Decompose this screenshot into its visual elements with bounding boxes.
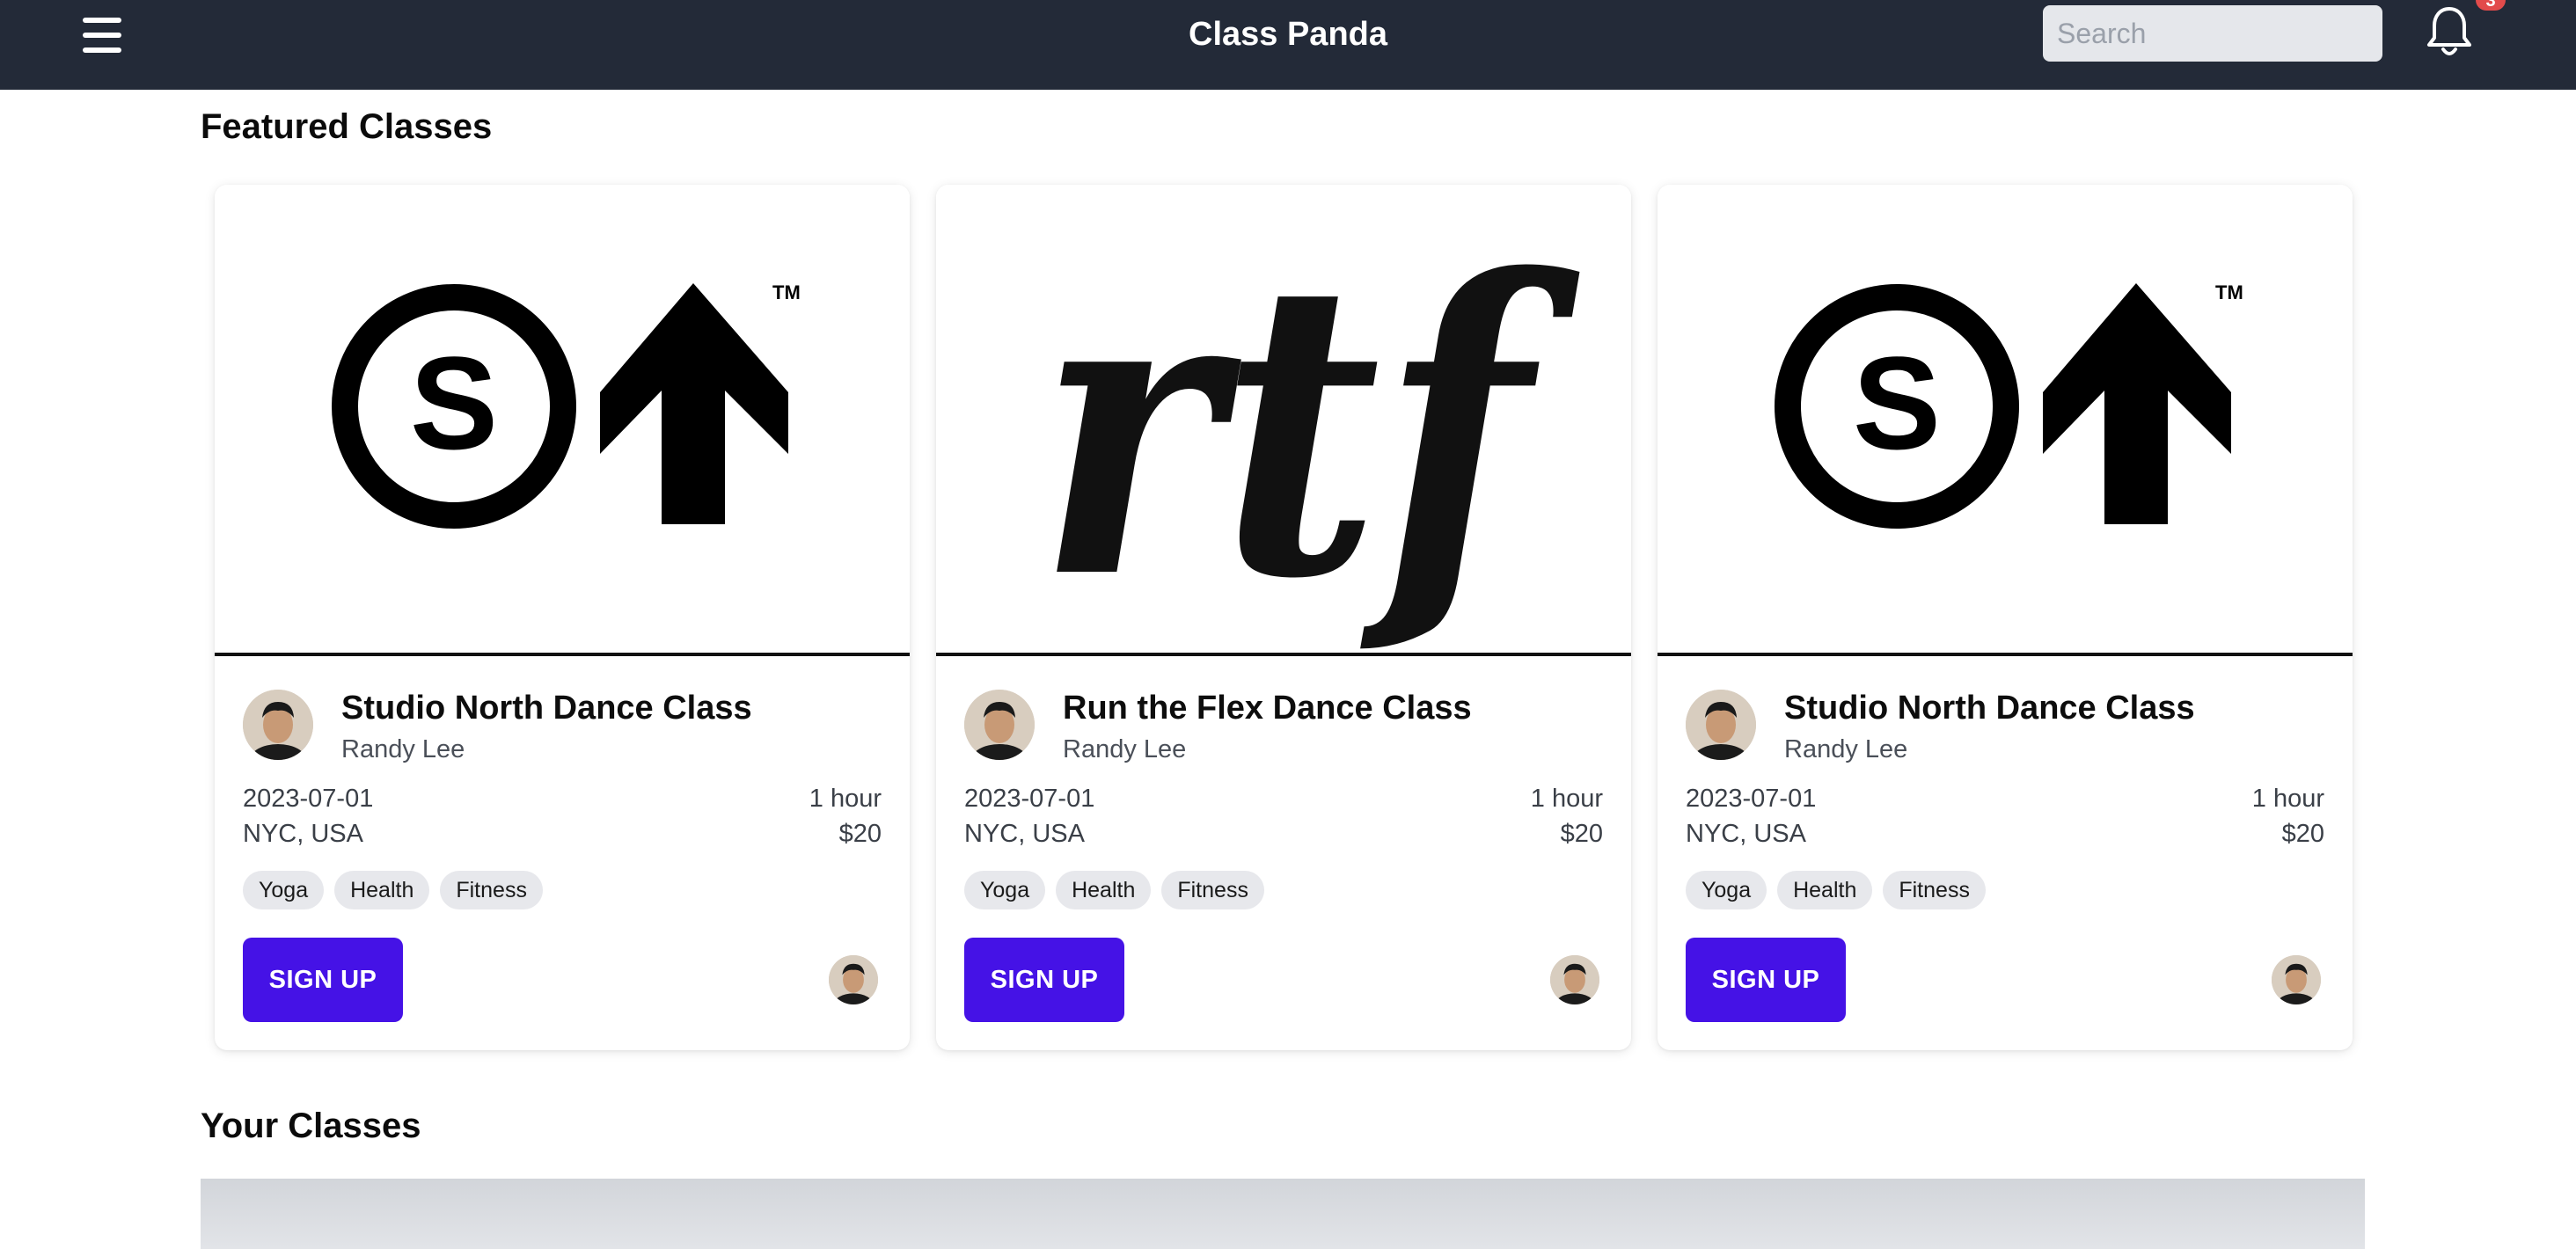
instructor-avatar [1686, 690, 1756, 760]
top-navbar: Class Panda 3 [0, 0, 2576, 90]
card-divider [936, 653, 1631, 656]
svg-text:TM: TM [772, 281, 801, 303]
tag-fitness[interactable]: Fitness [1883, 871, 1986, 909]
instructor-name: Randy Lee [1784, 735, 1908, 763]
tag-list: Yoga Health Fitness [243, 871, 543, 909]
svg-text:rtf: rtf [1037, 193, 1581, 654]
card-divider [215, 653, 910, 656]
class-location: NYC, USA [964, 820, 1085, 848]
tag-health[interactable]: Health [334, 871, 430, 909]
class-price: $20 [1560, 820, 1603, 848]
class-card: S TM Studio North Dance Class Randy Lee … [215, 185, 910, 1050]
class-date: 2023-07-01 [1686, 785, 1817, 813]
class-location: NYC, USA [1686, 820, 1806, 848]
tag-fitness[interactable]: Fitness [440, 871, 543, 909]
tag-list: Yoga Health Fitness [964, 871, 1264, 909]
attendee-avatar[interactable] [2272, 955, 2321, 1004]
class-name[interactable]: Run the Flex Dance Class [1063, 690, 1472, 727]
instructor-avatar [964, 690, 1035, 760]
tag-yoga[interactable]: Yoga [243, 871, 325, 909]
instructor-name: Randy Lee [1063, 735, 1187, 763]
featured-classes-heading: Featured Classes [201, 107, 493, 146]
tag-yoga[interactable]: Yoga [1686, 871, 1767, 909]
your-classes-heading: Your Classes [201, 1107, 421, 1145]
class-date: 2023-07-01 [964, 785, 1095, 813]
class-card: S TM Studio North Dance Class Randy Lee … [1658, 185, 2353, 1050]
tag-list: Yoga Health Fitness [1686, 871, 1986, 909]
class-name[interactable]: Studio North Dance Class [341, 690, 752, 727]
svg-text:S: S [1853, 329, 1941, 477]
class-location: NYC, USA [243, 820, 363, 848]
class-date: 2023-07-01 [243, 785, 374, 813]
instructor-avatar [243, 690, 313, 760]
sign-up-button[interactable]: SIGN UP [1686, 938, 1846, 1022]
attendee-avatar[interactable] [1550, 955, 1599, 1004]
card-divider [1658, 653, 2353, 656]
class-duration: 1 hour [1530, 785, 1603, 813]
tag-yoga[interactable]: Yoga [964, 871, 1046, 909]
class-price: $20 [2281, 820, 2324, 848]
class-card: rtf Run the Flex Dance Class Randy Lee 2… [936, 185, 1631, 1050]
search-input[interactable] [2043, 5, 2382, 62]
tag-fitness[interactable]: Fitness [1161, 871, 1264, 909]
svg-text:TM: TM [2215, 281, 2243, 303]
tag-health[interactable]: Health [1777, 871, 1873, 909]
instructor-name: Randy Lee [341, 735, 465, 763]
notification-count-badge: 3 [2476, 0, 2506, 11]
run-the-flex-logo: rtf [936, 185, 1631, 668]
tag-health[interactable]: Health [1056, 871, 1152, 909]
studio-north-logo: S TM [1658, 185, 2353, 654]
your-classes-panel [201, 1179, 2365, 1249]
sign-up-button[interactable]: SIGN UP [964, 938, 1124, 1022]
class-price: $20 [838, 820, 882, 848]
sign-up-button[interactable]: SIGN UP [243, 938, 403, 1022]
studio-north-logo: S TM [215, 185, 910, 654]
class-duration: 1 hour [2251, 785, 2324, 813]
class-name[interactable]: Studio North Dance Class [1784, 690, 2195, 727]
attendee-avatar[interactable] [829, 955, 878, 1004]
svg-text:S: S [410, 329, 498, 477]
class-duration: 1 hour [809, 785, 882, 813]
notification-bell-icon[interactable] [2425, 5, 2474, 60]
